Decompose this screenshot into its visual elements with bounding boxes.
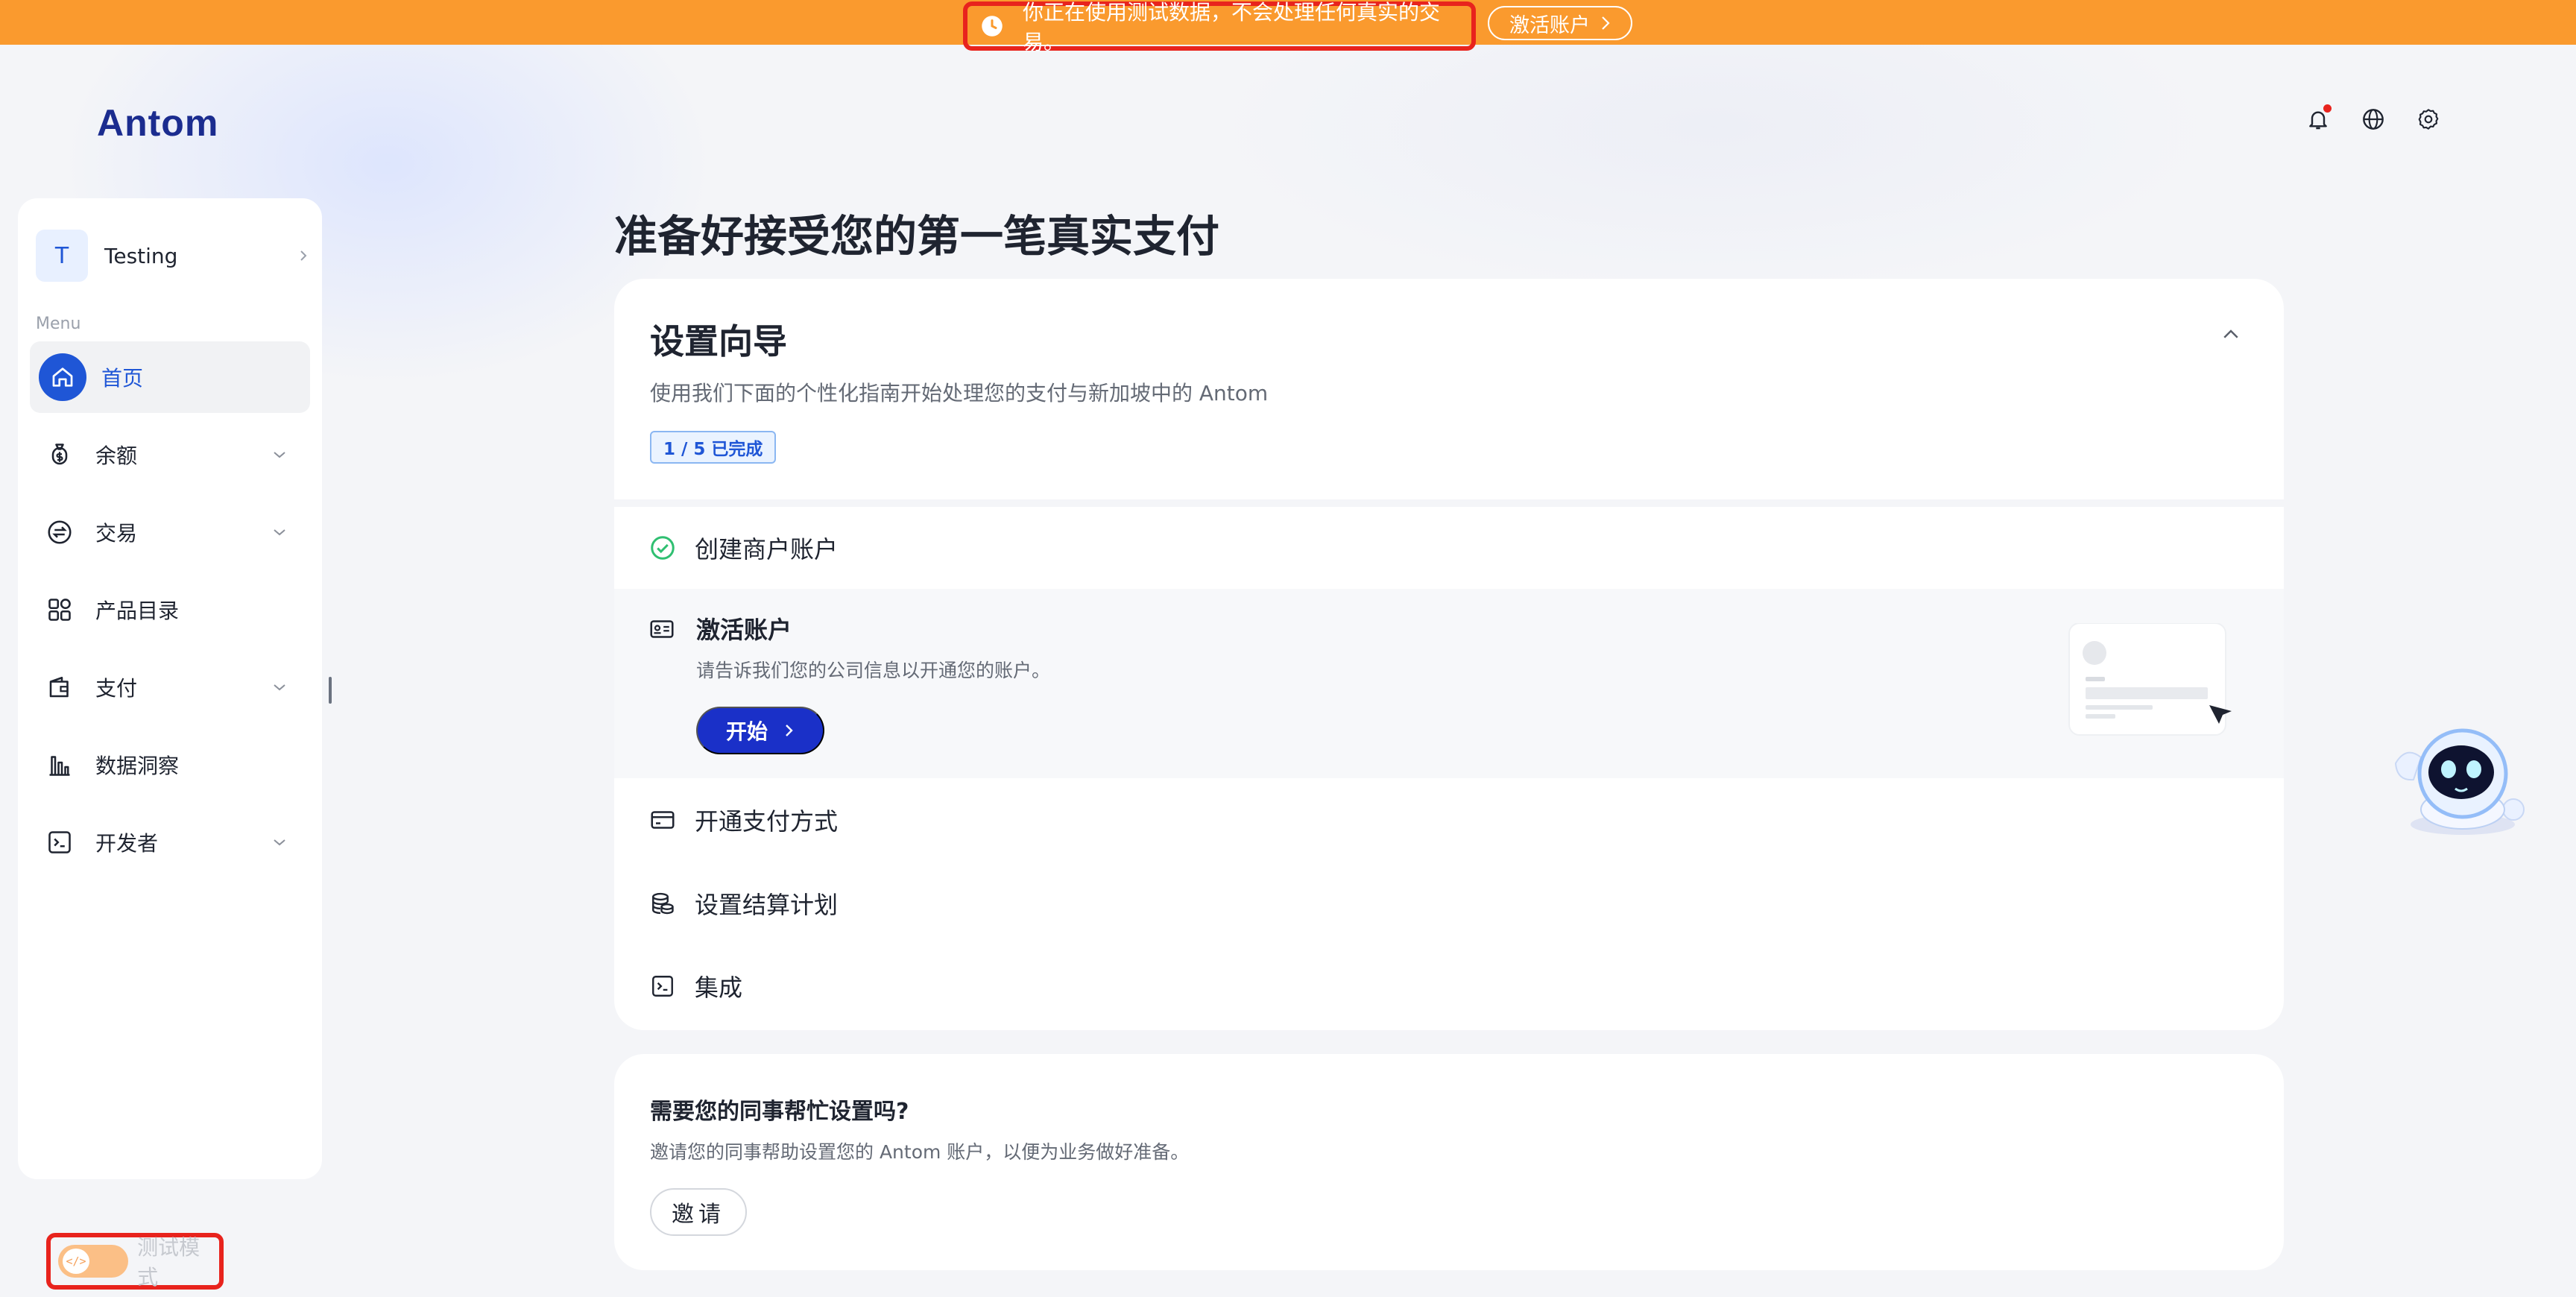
antom-logo[interactable]: Antom (97, 101, 218, 145)
gear-icon[interactable] (2416, 107, 2440, 131)
terminal-icon (45, 827, 75, 857)
chevron-down-icon (274, 684, 285, 691)
sidebar-item-payments[interactable]: 支付 (30, 651, 310, 723)
chevron-right-icon (1602, 16, 1610, 30)
sidebar-item-home[interactable]: 首页 (30, 341, 310, 413)
sidebar-item-transactions[interactable]: 交易 (30, 496, 310, 568)
sidebar-item-label: 余额 (95, 444, 138, 468)
chevron-down-icon (274, 452, 285, 458)
sidebar-item-label: 开发者 (95, 831, 159, 856)
money-bag-icon (45, 440, 75, 470)
step-label: 激活账户 (696, 616, 792, 644)
start-button-label: 开始 (725, 720, 768, 743)
step-activate-account: 激活账户 请告诉我们您的公司信息以开通您的账户。 开始 (614, 589, 2284, 778)
invite-title: 需要您的同事帮忙设置吗? (650, 1099, 909, 1125)
step-settlement-plan[interactable]: 设置结算计划 (614, 862, 2284, 945)
sidebar-item-balance[interactable]: 余额 (30, 419, 310, 490)
sidebar-item-label: 首页 (101, 366, 144, 391)
wizard-title: 设置向导 (650, 321, 787, 362)
invite-description: 邀请您的同事帮助设置您的 Antom 账户，以便为业务做好准备。 (650, 1141, 1190, 1163)
activate-account-button[interactable]: 激活账户 (1488, 6, 1632, 40)
step-create-merchant-account[interactable]: 创建商户账户 (614, 507, 2284, 589)
page-title: 准备好接受您的第一笔真实支付 (614, 211, 1220, 262)
sidebar-item-label: 产品目录 (95, 599, 180, 623)
test-mode-toggle[interactable]: </> (58, 1245, 129, 1278)
test-data-banner: 你正在使用测试数据，不会处理任何真实的交易。 激活账户 (0, 0, 2576, 54)
globe-icon[interactable] (2361, 107, 2385, 131)
account-form-illustration (2068, 623, 2232, 736)
chevron-right-icon (786, 725, 793, 736)
assistant-robot-icon[interactable] (2382, 720, 2531, 839)
step-enable-payment-methods[interactable]: 开通支付方式 (614, 778, 2284, 862)
step-description: 请告诉我们您的公司信息以开通您的账户。 (696, 660, 1051, 681)
test-mode-toggle-area[interactable]: </> 测试模式 (46, 1233, 224, 1290)
menu-section-label: Menu (36, 315, 81, 333)
activate-account-label: 激活账户 (1509, 13, 1590, 37)
sidebar-item-label: 交易 (95, 521, 138, 546)
account-switcher[interactable]: T Testing (36, 227, 312, 285)
start-button[interactable]: 开始 (696, 707, 824, 754)
bar-chart-icon (45, 750, 75, 780)
setup-wizard-card: 设置向导 使用我们下面的个性化指南开始处理您的支付与新加坡中的 Antom 1 … (614, 279, 2284, 1030)
sidebar-nav: 首页 余额 交易 产品目录 支付 数据洞察 开发者 (30, 341, 310, 884)
wizard-subtitle: 使用我们下面的个性化指南开始处理您的支付与新加坡中的 Antom (650, 381, 1269, 405)
account-name: Testing (104, 243, 178, 268)
coins-icon (648, 889, 677, 918)
check-circle-icon (648, 534, 677, 562)
clock-icon (982, 16, 1003, 37)
chevron-down-icon (274, 839, 285, 846)
terminal-icon (648, 972, 677, 1000)
sidebar-item-label: 数据洞察 (95, 754, 180, 778)
chevron-down-icon (274, 529, 285, 536)
sidebar-item-developers[interactable]: 开发者 (30, 807, 310, 878)
chevron-up-icon[interactable] (2220, 324, 2242, 346)
header-actions (2306, 104, 2440, 131)
credit-card-icon (648, 806, 677, 834)
invite-button[interactable]: 邀请 (650, 1188, 747, 1236)
step-label: 开通支付方式 (695, 807, 839, 836)
step-label: 设置结算计划 (695, 891, 839, 919)
banner-message-text: 你正在使用测试数据，不会处理任何真实的交易。 (1023, 0, 1441, 54)
step-label: 创建商户账户 (695, 535, 839, 564)
chevron-right-icon (300, 250, 307, 261)
notification-dot (2323, 104, 2332, 113)
exchange-icon (45, 517, 75, 547)
step-label: 集成 (695, 973, 743, 1002)
account-avatar: T (36, 230, 88, 282)
step-integration[interactable]: 集成 (614, 945, 2284, 1027)
sidebar-item-data-insights[interactable]: 数据洞察 (30, 729, 310, 801)
sidebar-item-label: 支付 (95, 676, 138, 701)
divider (614, 499, 2284, 507)
id-card-icon (648, 616, 677, 644)
test-mode-label: 测试模式 (137, 1235, 201, 1290)
bell-icon[interactable] (2306, 104, 2332, 131)
sidebar-item-product-catalog[interactable]: 产品目录 (30, 574, 310, 646)
sidebar-resize-handle[interactable] (329, 677, 332, 704)
code-icon: </> (63, 1249, 89, 1274)
invite-colleague-card: 需要您的同事帮忙设置吗? 邀请您的同事帮助设置您的 Antom 账户，以便为业务… (614, 1054, 2284, 1270)
wallet-icon (45, 672, 75, 702)
grid-icon (45, 595, 75, 625)
test-data-message: 你正在使用测试数据，不会处理任何真实的交易。 (963, 0, 1476, 54)
home-icon (39, 353, 86, 401)
progress-badge: 1 / 5 已完成 (650, 431, 777, 464)
sidebar: T Testing Menu 首页 余额 交易 产品目录 支付 数据洞察 开发者 (18, 198, 322, 1179)
